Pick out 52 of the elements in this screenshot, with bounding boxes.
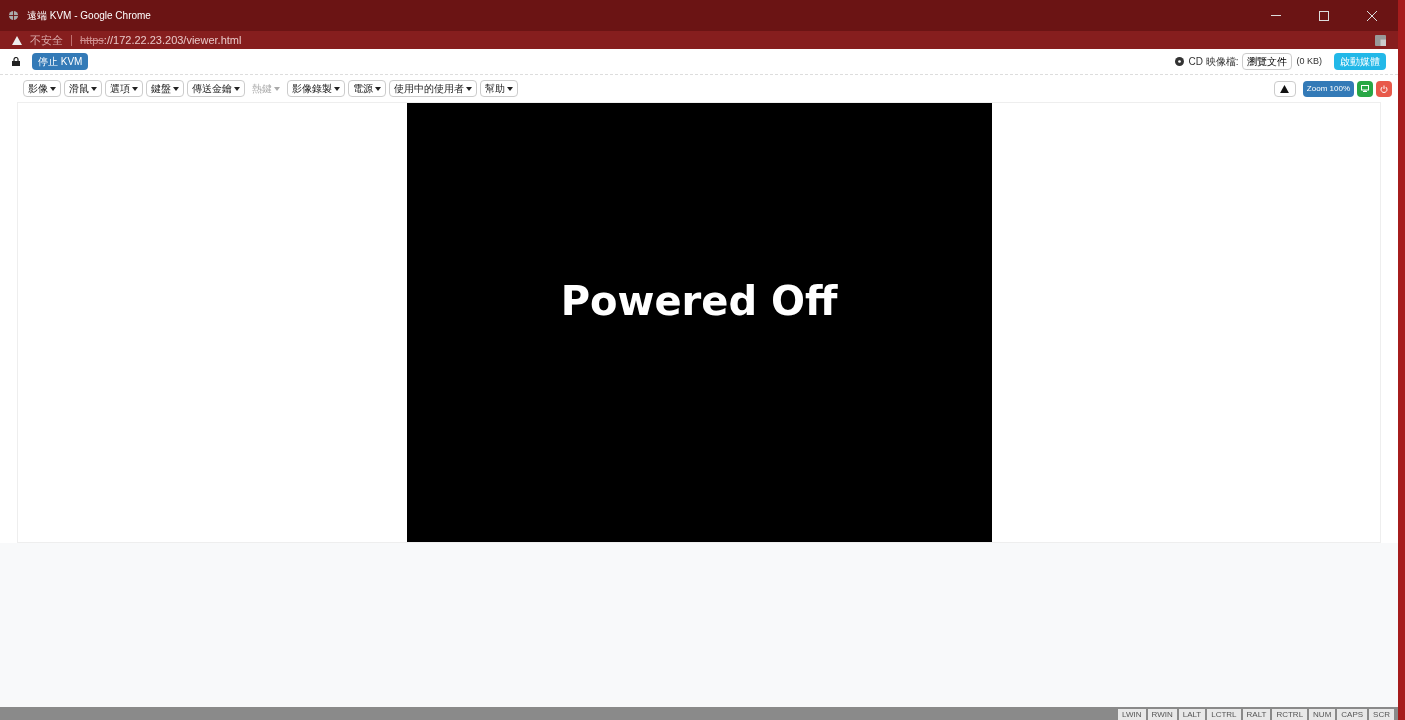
caret-icon bbox=[91, 86, 97, 91]
browse-file-button[interactable]: 瀏覽文件 bbox=[1242, 53, 1293, 70]
menu-button[interactable]: 鍵盤 bbox=[146, 80, 184, 97]
menu-button[interactable]: 選項 bbox=[105, 80, 143, 97]
monitor-icon bbox=[1361, 85, 1369, 92]
caret-icon bbox=[173, 86, 179, 91]
monitor-button[interactable] bbox=[1357, 80, 1373, 97]
warning-button[interactable] bbox=[1273, 80, 1296, 97]
caret-icon bbox=[274, 86, 280, 91]
key-indicator: CAPS bbox=[1337, 709, 1368, 720]
menu-button[interactable]: 傳送金鑰 bbox=[187, 80, 245, 97]
menu-button[interactable]: 幫助 bbox=[480, 80, 518, 97]
lock-icon bbox=[12, 57, 20, 66]
menu-button[interactable]: 滑鼠 bbox=[64, 80, 102, 97]
caret-icon bbox=[507, 86, 513, 91]
key-indicator: LWIN bbox=[1118, 709, 1146, 720]
power-button[interactable] bbox=[1376, 80, 1392, 97]
caret-icon bbox=[375, 86, 381, 91]
key-indicator: RALT bbox=[1242, 709, 1271, 720]
window-title: 遠端 KVM - Google Chrome bbox=[27, 9, 151, 23]
key-indicator: LCTRL bbox=[1207, 709, 1241, 720]
key-indicator: LALT bbox=[1178, 709, 1206, 720]
caret-icon bbox=[466, 86, 472, 91]
menu-button[interactable]: 影像錄製 bbox=[287, 80, 345, 97]
address-bar[interactable]: 不安全 https://172.22.23.203/viewer.html bbox=[0, 31, 1398, 49]
powered-off-message: Powered Off bbox=[560, 281, 838, 321]
key-indicator: NUM bbox=[1309, 709, 1336, 720]
menu-button[interactable]: 使用中的使用者 bbox=[389, 80, 477, 97]
file-size-text: (0 KB) bbox=[1296, 54, 1322, 68]
globe-icon bbox=[8, 10, 19, 21]
translate-icon[interactable] bbox=[1375, 34, 1386, 46]
disc-icon bbox=[1175, 57, 1185, 66]
security-label: 不安全 bbox=[30, 32, 63, 48]
warning-icon bbox=[12, 35, 22, 45]
menu-button[interactable]: 影像 bbox=[23, 80, 61, 97]
power-icon bbox=[1380, 84, 1388, 93]
stop-kvm-button[interactable]: 停止 KVM bbox=[32, 53, 89, 70]
caret-icon bbox=[234, 86, 240, 91]
maximize-icon bbox=[1319, 10, 1329, 21]
key-indicator: SCR bbox=[1369, 709, 1394, 720]
caret-icon bbox=[132, 86, 138, 91]
close-icon bbox=[1367, 10, 1377, 21]
cd-image-label: CD 映像檔: bbox=[1188, 55, 1239, 69]
key-indicator: RCTRL bbox=[1272, 709, 1308, 720]
caret-icon bbox=[50, 86, 56, 91]
zoom-button[interactable]: Zoom 100% bbox=[1302, 80, 1354, 97]
menu-button[interactable]: 電源 bbox=[348, 80, 386, 97]
warning-icon bbox=[1280, 84, 1290, 93]
caret-icon bbox=[334, 86, 340, 91]
key-indicator: RWIN bbox=[1147, 709, 1177, 720]
url-text: https://172.22.23.203/viewer.html bbox=[80, 32, 242, 48]
minimize-icon bbox=[1271, 14, 1281, 17]
